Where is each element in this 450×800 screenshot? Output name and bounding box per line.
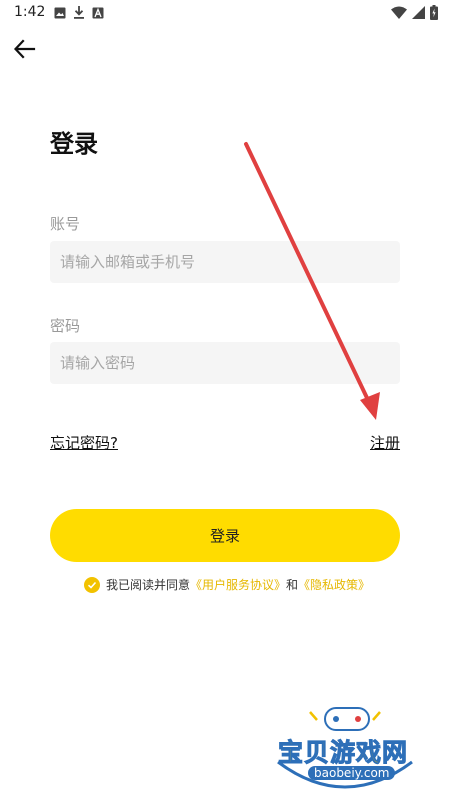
agreement-checkbox[interactable]	[84, 576, 100, 593]
password-label: 密码	[50, 317, 81, 335]
agreement-prefix: 我已阅读并同意	[106, 578, 191, 592]
status-time: 1:42	[14, 4, 46, 20]
password-input[interactable]	[50, 342, 400, 384]
agreement-row: 我已阅读并同意 《用户服务协议》 和 《隐私政策》	[84, 576, 370, 593]
watermark-domain: baobeiy.com	[308, 766, 396, 780]
forgot-password-link[interactable]: 忘记密码?	[50, 432, 118, 453]
user-agreement-link[interactable]: 《用户服务协议》	[190, 576, 286, 593]
status-bar: 1:42	[0, 0, 450, 26]
agreement-conjunction: 和	[286, 578, 299, 592]
wifi-icon	[391, 6, 407, 19]
image-icon	[54, 7, 66, 18]
login-button[interactable]: 登录	[50, 509, 400, 562]
account-input[interactable]	[50, 241, 400, 283]
check-icon	[87, 581, 97, 589]
status-right-icons	[391, 5, 438, 20]
account-label: 账号	[50, 215, 81, 233]
arrow-left-icon	[13, 39, 36, 59]
battery-icon	[430, 5, 438, 20]
a-icon	[92, 7, 104, 18]
page-title: 登录	[50, 130, 98, 158]
watermark: 宝贝游戏网 baobeiy.com	[270, 700, 420, 795]
annotation-arrow	[244, 142, 380, 420]
status-left-icons	[54, 6, 104, 19]
back-button[interactable]	[12, 36, 38, 62]
download-icon	[74, 6, 84, 19]
privacy-policy-link[interactable]: 《隐私政策》	[298, 576, 370, 593]
signal-icon	[412, 6, 425, 19]
watermark-title: 宝贝游戏网	[277, 738, 409, 768]
register-link[interactable]: 注册	[370, 432, 400, 453]
